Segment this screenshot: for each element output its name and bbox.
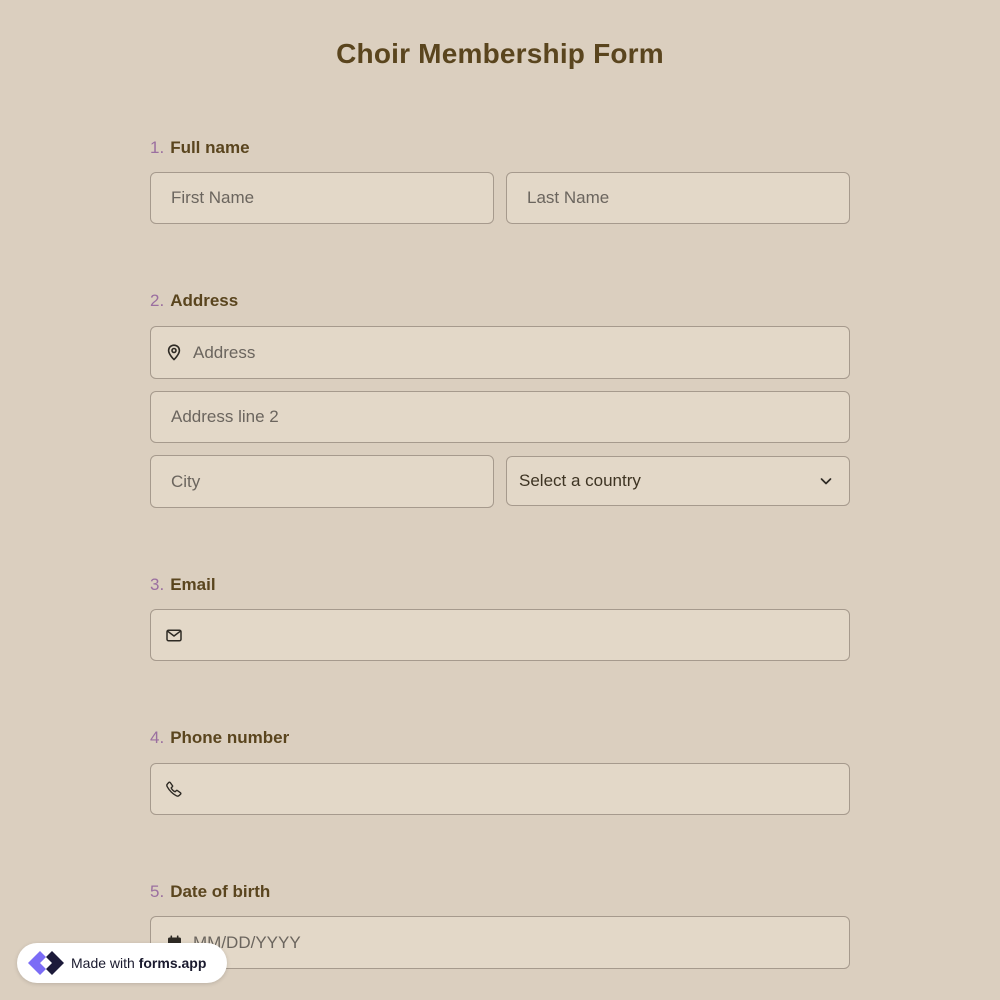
form-page: Choir Membership Form 1. Full name First …	[0, 0, 1000, 1000]
question-title: Address	[170, 291, 239, 310]
address-placeholder: Address	[193, 342, 256, 362]
question-label: 2. Address	[150, 290, 850, 312]
location-pin-icon	[165, 344, 183, 362]
question-number: 2.	[150, 291, 165, 310]
question-title: Email	[170, 575, 216, 594]
question-full-name: 1. Full name	[150, 137, 850, 159]
address-line-2-placeholder: Address line 2	[171, 407, 279, 426]
question-label: 5. Date of birth	[150, 881, 850, 903]
question-phone-number: 4. Phone number	[150, 727, 850, 749]
form-title: Choir Membership Form	[336, 38, 664, 69]
question-number: 3.	[150, 575, 165, 594]
badge-prefix: Made with	[71, 955, 135, 971]
email-field[interactable]	[150, 609, 850, 661]
city-field[interactable]: City	[150, 455, 494, 508]
question-number: 4.	[150, 728, 165, 747]
question-email: 3. Email	[150, 574, 850, 596]
address-field[interactable]: Address	[150, 326, 850, 379]
badge-text: Made with forms.app	[71, 955, 206, 971]
question-number: 1.	[150, 138, 165, 157]
last-name-placeholder: Last Name	[527, 188, 610, 207]
question-label: 3. Email	[150, 574, 850, 596]
made-with-forms-app-badge[interactable]: Made with forms.app	[17, 943, 227, 983]
question-title: Full name	[170, 138, 250, 157]
last-name-field[interactable]: Last Name	[506, 172, 850, 224]
question-label: 1. Full name	[150, 137, 850, 159]
envelope-icon	[165, 626, 183, 644]
address-line-2-field[interactable]: Address line 2	[150, 391, 850, 443]
phone-field[interactable]	[150, 763, 850, 815]
question-date-of-birth: 5. Date of birth	[150, 881, 850, 903]
city-placeholder: City	[171, 471, 201, 491]
question-label: 4. Phone number	[150, 727, 850, 749]
country-select-value: Select a country	[519, 471, 641, 490]
first-name-placeholder: First Name	[171, 188, 255, 207]
country-select[interactable]: Select a country	[506, 456, 850, 506]
badge-brand: forms.app	[138, 955, 207, 971]
phone-icon	[165, 780, 183, 798]
question-number: 5.	[150, 882, 165, 901]
date-of-birth-field[interactable]: MM/DD/YYYY	[150, 916, 850, 969]
question-title: Phone number	[170, 728, 290, 747]
forms-app-logo-icon	[25, 943, 65, 983]
question-address: 2. Address	[150, 290, 850, 312]
question-title: Date of birth	[170, 882, 271, 901]
first-name-field[interactable]: First Name	[150, 172, 494, 224]
chevron-down-icon	[819, 473, 835, 489]
